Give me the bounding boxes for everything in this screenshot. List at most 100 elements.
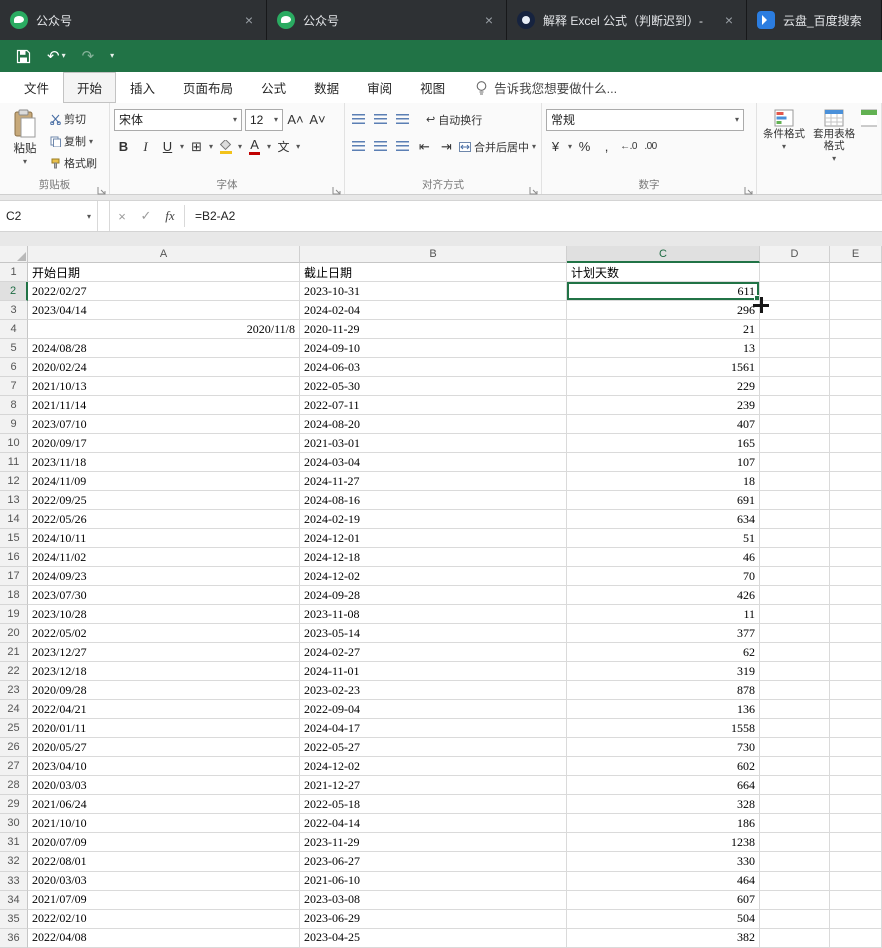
cell-E16[interactable] bbox=[830, 548, 882, 568]
row-header-14[interactable]: 14 bbox=[0, 510, 28, 530]
number-dialog-launcher-icon[interactable] bbox=[744, 182, 754, 195]
ribbon-tab-页面布局[interactable]: 页面布局 bbox=[169, 72, 247, 103]
underline-button[interactable]: U bbox=[158, 136, 177, 157]
cell-E26[interactable] bbox=[830, 738, 882, 758]
cell-C21[interactable]: 62 bbox=[567, 643, 760, 663]
save-button[interactable] bbox=[16, 49, 31, 64]
row-header-34[interactable]: 34 bbox=[0, 890, 28, 910]
cell-C26[interactable]: 730 bbox=[567, 738, 760, 758]
cell-D2[interactable] bbox=[760, 282, 830, 302]
cell-A24[interactable]: 2022/04/21 bbox=[28, 700, 300, 720]
cell-A33[interactable]: 2020/03/03 bbox=[28, 871, 300, 891]
cell-B7[interactable]: 2022-05-30 bbox=[300, 377, 567, 397]
cell-E36[interactable] bbox=[830, 928, 882, 948]
cell-styles-button[interactable] bbox=[861, 107, 877, 165]
cell-E30[interactable] bbox=[830, 814, 882, 834]
cell-C30[interactable]: 186 bbox=[567, 814, 760, 834]
column-header-B[interactable]: B bbox=[300, 246, 567, 263]
cell-E24[interactable] bbox=[830, 700, 882, 720]
cell-B33[interactable]: 2021-06-10 bbox=[300, 871, 567, 891]
cell-D5[interactable] bbox=[760, 339, 830, 359]
clipboard-dialog-launcher-icon[interactable] bbox=[97, 182, 107, 195]
cell-C14[interactable]: 634 bbox=[567, 510, 760, 530]
cell-A11[interactable]: 2023/11/18 bbox=[28, 453, 300, 473]
cell-B11[interactable]: 2024-03-04 bbox=[300, 453, 567, 473]
cell-A1[interactable]: 开始日期 bbox=[28, 263, 300, 283]
tab-close-icon[interactable]: × bbox=[482, 12, 496, 28]
row-header-13[interactable]: 13 bbox=[0, 491, 28, 511]
cell-C20[interactable]: 377 bbox=[567, 624, 760, 644]
cell-B13[interactable]: 2024-08-16 bbox=[300, 491, 567, 511]
cell-E9[interactable] bbox=[830, 415, 882, 435]
cell-E7[interactable] bbox=[830, 377, 882, 397]
cell-B4[interactable]: 2020-11-29 bbox=[300, 320, 567, 340]
cell-D1[interactable] bbox=[760, 263, 830, 283]
cell-E1[interactable] bbox=[830, 263, 882, 283]
cell-B5[interactable]: 2024-09-10 bbox=[300, 339, 567, 359]
row-header-27[interactable]: 27 bbox=[0, 757, 28, 777]
cell-D14[interactable] bbox=[760, 510, 830, 530]
row-header-2[interactable]: 2 bbox=[0, 282, 28, 302]
row-header-16[interactable]: 16 bbox=[0, 548, 28, 568]
cell-B21[interactable]: 2024-02-27 bbox=[300, 643, 567, 663]
cell-A8[interactable]: 2021/11/14 bbox=[28, 396, 300, 416]
cell-E18[interactable] bbox=[830, 586, 882, 606]
cell-E29[interactable] bbox=[830, 795, 882, 815]
cell-A32[interactable]: 2022/08/01 bbox=[28, 852, 300, 872]
cell-A27[interactable]: 2023/04/10 bbox=[28, 757, 300, 777]
cell-B20[interactable]: 2023-05-14 bbox=[300, 624, 567, 644]
row-header-18[interactable]: 18 bbox=[0, 586, 28, 606]
cell-C31[interactable]: 1238 bbox=[567, 833, 760, 853]
tab-close-icon[interactable]: × bbox=[242, 12, 256, 28]
align-right-button[interactable] bbox=[393, 136, 412, 157]
column-header-C[interactable]: C bbox=[567, 246, 760, 263]
cell-D3[interactable] bbox=[760, 301, 830, 321]
cell-E27[interactable] bbox=[830, 757, 882, 777]
select-all-corner[interactable] bbox=[0, 246, 28, 263]
row-header-32[interactable]: 32 bbox=[0, 852, 28, 872]
qat-customize-button[interactable]: ▾ bbox=[110, 52, 114, 60]
comma-style-button[interactable]: , bbox=[597, 136, 616, 157]
cell-E13[interactable] bbox=[830, 491, 882, 511]
cell-B28[interactable]: 2021-12-27 bbox=[300, 776, 567, 796]
cell-D36[interactable] bbox=[760, 928, 830, 948]
cell-D6[interactable] bbox=[760, 358, 830, 378]
cell-D23[interactable] bbox=[760, 681, 830, 701]
cell-D8[interactable] bbox=[760, 396, 830, 416]
cell-A36[interactable]: 2022/04/08 bbox=[28, 928, 300, 948]
font-name-select[interactable]: 宋体 ▾ bbox=[114, 108, 242, 131]
name-box[interactable]: C2 ▾ bbox=[0, 201, 98, 231]
cell-E31[interactable] bbox=[830, 833, 882, 853]
cell-B12[interactable]: 2024-11-27 bbox=[300, 472, 567, 492]
cell-E10[interactable] bbox=[830, 434, 882, 454]
cell-D15[interactable] bbox=[760, 529, 830, 549]
cell-A10[interactable]: 2020/09/17 bbox=[28, 434, 300, 454]
decrease-indent-button[interactable]: ⇤ bbox=[415, 136, 434, 157]
cell-A22[interactable]: 2023/12/18 bbox=[28, 662, 300, 682]
cell-B8[interactable]: 2022-07-11 bbox=[300, 396, 567, 416]
cut-button[interactable]: 剪切 bbox=[50, 109, 97, 129]
cell-E5[interactable] bbox=[830, 339, 882, 359]
cell-C5[interactable]: 13 bbox=[567, 339, 760, 359]
phonetic-caret-icon[interactable]: ▾ bbox=[296, 142, 300, 151]
increase-indent-button[interactable]: ⇥ bbox=[437, 136, 456, 157]
row-header-15[interactable]: 15 bbox=[0, 529, 28, 549]
cell-C28[interactable]: 664 bbox=[567, 776, 760, 796]
align-left-button[interactable] bbox=[349, 136, 368, 157]
undo-caret-icon[interactable]: ▾ bbox=[62, 52, 66, 60]
enter-entry-icon[interactable]: ✓ bbox=[134, 201, 158, 231]
align-center-button[interactable] bbox=[371, 136, 390, 157]
decrease-decimal-button[interactable]: .00 bbox=[641, 136, 660, 157]
borders-button[interactable]: ⊞ bbox=[187, 136, 206, 157]
cell-B35[interactable]: 2023-06-29 bbox=[300, 909, 567, 929]
row-header-19[interactable]: 19 bbox=[0, 605, 28, 625]
ribbon-tab-插入[interactable]: 插入 bbox=[116, 72, 169, 103]
cell-A19[interactable]: 2023/10/28 bbox=[28, 605, 300, 625]
cell-B23[interactable]: 2023-02-23 bbox=[300, 681, 567, 701]
decrease-font-button[interactable]: A˅ bbox=[308, 109, 327, 130]
browser-tab[interactable]: 公众号 × bbox=[0, 0, 267, 40]
cell-A6[interactable]: 2020/02/24 bbox=[28, 358, 300, 378]
cell-C16[interactable]: 46 bbox=[567, 548, 760, 568]
cell-B9[interactable]: 2024-08-20 bbox=[300, 415, 567, 435]
cell-B27[interactable]: 2024-12-02 bbox=[300, 757, 567, 777]
